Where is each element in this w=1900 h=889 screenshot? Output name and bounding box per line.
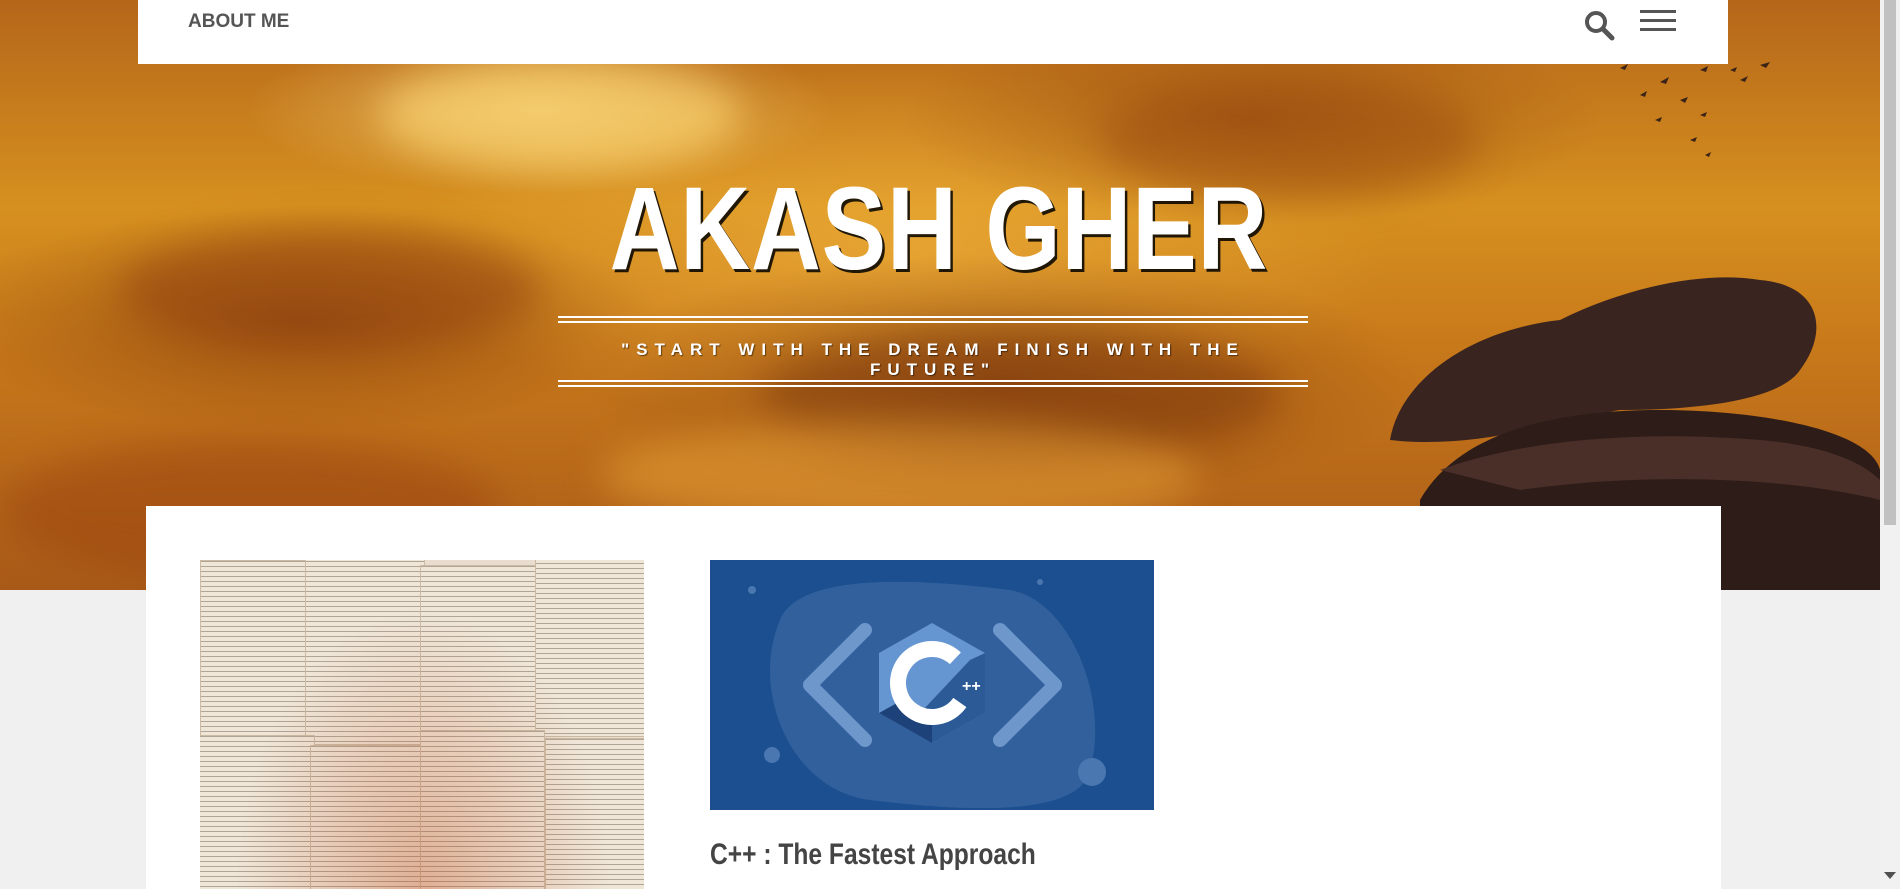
cpp-logo-image[interactable]: ++ [710,560,1154,810]
scroll-thumb[interactable] [1884,0,1896,525]
rocks-illustration [1390,62,1880,590]
open-books-photo[interactable] [200,560,644,889]
post-card[interactable]: ++ C++ : The Fastest Approach [710,560,1154,872]
title-divider-bottom [558,380,1308,387]
scroll-down-arrow-icon[interactable] [1884,872,1896,879]
top-navbar: ABOUT ME [138,0,1728,64]
title-divider-top [558,316,1308,323]
svg-text:++: ++ [962,678,981,695]
menu-button[interactable] [1640,8,1678,38]
hamburger-menu-icon [1640,10,1676,13]
site-title[interactable]: AKASH GHER [168,170,1710,288]
page-scrollbar[interactable] [1880,0,1900,889]
search-button[interactable] [1582,8,1616,42]
post-card[interactable] [200,560,644,889]
hero-banner: AKASH GHER "START WITH THE DREAM FINISH … [0,0,1880,590]
nav-about-me-link[interactable]: ABOUT ME [188,11,289,33]
posts-panel: ++ C++ : The Fastest Approach [146,506,1721,889]
post-title-link[interactable]: C++ : The Fastest Approach [710,838,1036,872]
site-tagline: "START WITH THE DREAM FINISH WITH THE FU… [621,340,1245,379]
search-icon [1585,11,1615,41]
